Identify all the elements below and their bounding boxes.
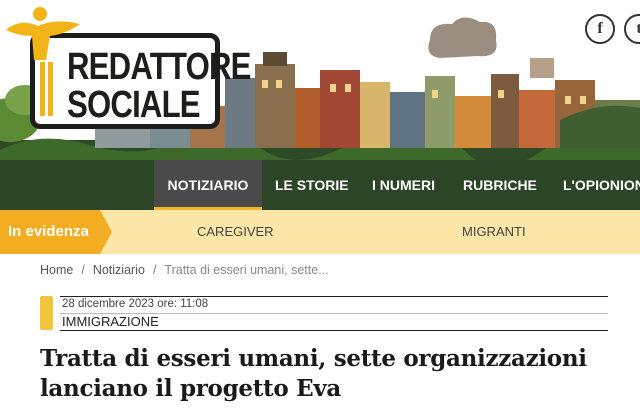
in-evidenza-label: In evidenza <box>8 223 89 240</box>
facebook-icon[interactable]: f <box>585 14 615 44</box>
breadcrumb-separator: / <box>152 263 157 277</box>
article-category[interactable]: IMMIGRAZIONE <box>62 314 159 329</box>
breadcrumb-separator: / <box>81 263 85 277</box>
category-accent-mark <box>40 296 53 330</box>
in-evidenza-label-box: In evidenza <box>0 210 100 254</box>
nav-item-i-numeri[interactable]: I NUMERI <box>372 160 435 210</box>
logo-figure-icon <box>6 7 80 116</box>
header-banner: REDATTORE SOCIALE f t <box>0 0 640 160</box>
in-evidenza-arrow <box>100 210 112 254</box>
nav-item-notiziario[interactable]: NOTIZIARIO <box>154 160 262 210</box>
divider <box>60 330 608 331</box>
evidenza-link-caregiver[interactable]: CAREGIVER <box>197 210 274 254</box>
breadcrumb: Home / Notiziario / Tratta di esseri umani, … <box>40 263 329 277</box>
main-navigation: NOTIZIARIO LE STORIE I NUMERI RUBRICHE L… <box>0 160 640 210</box>
nav-item-rubriche[interactable]: RUBRICHE <box>463 160 537 210</box>
breadcrumb-home[interactable]: Home <box>40 263 73 277</box>
breadcrumb-current: Tratta di esseri umani, sette... <box>164 263 329 277</box>
article-title-line2: lanciano il progetto Eva <box>40 375 342 402</box>
article-title: Tratta di esseri umani, sette organizzaz… <box>40 344 620 404</box>
nav-item-le-storie[interactable]: LE STORIE <box>275 160 349 210</box>
nav-item-opinione[interactable]: L'OPIONIONE <box>563 160 640 210</box>
in-evidenza-bar: In evidenza CAREGIVER MIGRANTI <box>0 210 640 254</box>
divider <box>60 296 608 297</box>
article-date: 28 dicembre 2023 ore: 11:08 <box>62 298 209 310</box>
article-title-line1: Tratta di esseri umani, sette organizzaz… <box>40 345 587 372</box>
evidenza-link-migranti[interactable]: MIGRANTI <box>462 210 526 254</box>
breadcrumb-notiziario[interactable]: Notiziario <box>93 263 145 277</box>
